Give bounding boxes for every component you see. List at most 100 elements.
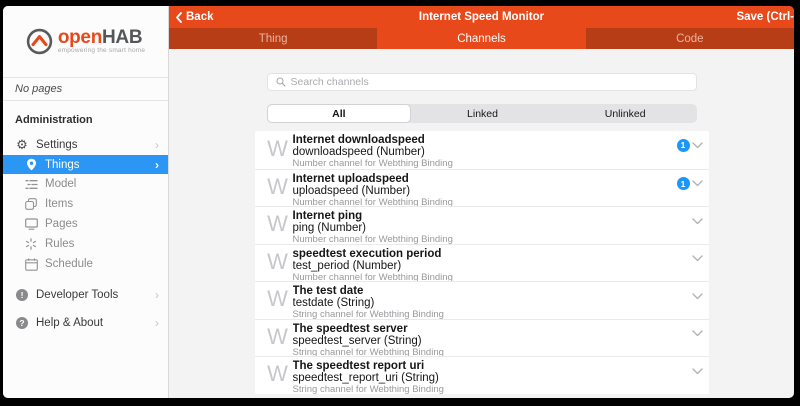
gear-icon: ⚙ <box>15 139 29 152</box>
channel-row[interactable]: W The speedtest report uri speedtest_rep… <box>255 356 709 394</box>
chevron-down-icon[interactable] <box>692 180 703 187</box>
chevron-right-icon: › <box>155 139 159 151</box>
logo-block: openHAB empowering the smart home <box>3 6 168 78</box>
channel-text: Internet uploadspeed uploadspeed (Number… <box>293 170 453 207</box>
tab-bar: Thing Channels Code <box>169 28 794 49</box>
channel-meta: 1 <box>677 138 703 152</box>
back-button[interactable]: Back <box>176 11 214 23</box>
app-window: openHAB empowering the smart home No pag… <box>3 6 794 398</box>
channel-description: String channel for Webthing Binding <box>293 348 444 357</box>
sidebar-item-settings[interactable]: ⚙ Settings › <box>3 135 168 155</box>
channel-row[interactable]: W Internet ping ping (Number) Number cha… <box>255 206 709 244</box>
channel-row[interactable]: W The test date testdate (String) String… <box>255 281 709 319</box>
channel-row[interactable]: W The speedtest server speedtest_server … <box>255 319 709 357</box>
channel-title: Internet downloadspeed <box>293 134 453 146</box>
developer-tools-icon: ! <box>15 289 29 301</box>
chevron-down-icon[interactable] <box>692 293 703 300</box>
sidebar-item-help-about[interactable]: ? Help & About › <box>3 313 168 333</box>
top-navbar: Back Internet Speed Monitor Save (Ctrl- <box>169 6 794 28</box>
channel-title: The test date <box>293 285 444 297</box>
tools-group: ! Developer Tools › ? Help & About › <box>3 285 168 341</box>
sidebar-item-items[interactable]: Items <box>3 194 168 214</box>
channel-title: speedtest execution period <box>293 248 453 260</box>
sidebar-item-things[interactable]: Things › <box>3 155 168 174</box>
chevron-left-icon <box>176 12 182 23</box>
tab-code[interactable]: Code <box>586 28 794 49</box>
sidebar-item-schedule[interactable]: Schedule <box>3 254 168 274</box>
chevron-down-icon[interactable] <box>692 368 703 375</box>
sidebar-item-label: Help & About <box>36 317 103 329</box>
sidebar-item-developer-tools[interactable]: ! Developer Tools › <box>3 285 168 305</box>
channel-id: ping (Number) <box>293 222 453 234</box>
content-area: Search channels All Linked Unlinked W In… <box>169 49 794 398</box>
pages-display-icon <box>24 218 38 230</box>
sidebar-item-label: Model <box>45 178 76 190</box>
channel-text: Internet ping ping (Number) Number chann… <box>293 207 453 244</box>
sidebar: openHAB empowering the smart home No pag… <box>3 6 169 398</box>
channel-id: downloadspeed (Number) <box>293 146 453 158</box>
chevron-down-icon[interactable] <box>692 218 703 225</box>
channel-text: The test date testdate (String) String c… <box>293 282 444 319</box>
channel-description: Number channel for Webthing Binding <box>293 273 453 282</box>
filter-linked[interactable]: Linked <box>411 104 554 123</box>
filter-unlinked[interactable]: Unlinked <box>554 104 697 123</box>
channel-row[interactable]: W Internet uploadspeed uploadspeed (Numb… <box>255 169 709 207</box>
brand-wordmark: openHAB <box>58 29 145 46</box>
sidebar-item-label: Settings <box>36 139 78 151</box>
channel-letter-icon: W <box>265 288 291 312</box>
channel-meta <box>692 214 703 228</box>
channel-text: Internet downloadspeed downloadspeed (Nu… <box>293 131 453 169</box>
rules-sparkle-icon <box>24 238 38 250</box>
administration-section-title: Administration <box>3 114 168 126</box>
save-button[interactable]: Save (Ctrl- <box>736 11 794 23</box>
openhab-logo-icon <box>26 28 53 55</box>
search-placeholder: Search channels <box>291 76 369 88</box>
sidebar-item-label: Things <box>45 159 80 171</box>
brand-tagline: empowering the smart home <box>58 47 145 54</box>
channel-description: Number channel for Webthing Binding <box>293 159 453 169</box>
tab-thing[interactable]: Thing <box>169 28 377 49</box>
chevron-right-icon: › <box>155 159 159 171</box>
chevron-down-icon[interactable] <box>692 142 703 149</box>
channel-meta <box>692 289 703 303</box>
sidebar-item-rules[interactable]: Rules <box>3 234 168 254</box>
linked-count-badge: 1 <box>677 177 690 190</box>
sidebar-item-label: Developer Tools <box>36 289 118 301</box>
channel-description: Number channel for Webthing Binding <box>293 235 453 244</box>
chevron-down-icon[interactable] <box>692 255 703 262</box>
channel-letter-icon: W <box>265 251 291 275</box>
chevron-right-icon: › <box>155 317 159 329</box>
items-copy-icon <box>24 198 38 210</box>
channel-text: The speedtest report uri speedtest_repor… <box>293 357 444 394</box>
page-title: Internet Speed Monitor <box>419 11 544 23</box>
back-button-label: Back <box>186 11 214 23</box>
sidebar-item-pages[interactable]: Pages <box>3 214 168 234</box>
filter-segmented-control: All Linked Unlinked <box>267 104 697 123</box>
no-pages-label: No pages <box>3 78 168 101</box>
search-icon <box>276 77 286 87</box>
search-input[interactable]: Search channels <box>267 73 697 91</box>
model-tree-icon <box>24 179 38 190</box>
channel-meta <box>692 364 703 378</box>
location-pin-icon <box>24 158 38 171</box>
channel-letter-icon: W <box>265 176 291 200</box>
linked-count-badge: 1 <box>677 139 690 152</box>
tab-channels[interactable]: Channels <box>377 28 585 49</box>
channel-description: String channel for Webthing Binding <box>293 385 444 394</box>
sidebar-item-model[interactable]: Model <box>3 174 168 194</box>
channel-text: speedtest execution period test_period (… <box>293 245 453 282</box>
chevron-down-icon[interactable] <box>692 330 703 337</box>
channel-letter-icon: W <box>265 326 291 350</box>
channel-letter-icon: W <box>265 213 291 237</box>
channel-id: testdate (String) <box>293 297 444 309</box>
main-panel: Back Internet Speed Monitor Save (Ctrl- … <box>169 6 794 398</box>
channel-id: uploadspeed (Number) <box>293 185 453 197</box>
channel-list: W Internet downloadspeed downloadspeed (… <box>255 131 709 394</box>
channel-meta <box>692 252 703 266</box>
channel-row[interactable]: W speedtest execution period test_period… <box>255 244 709 282</box>
filter-all[interactable]: All <box>267 104 412 123</box>
channel-title: Internet uploadspeed <box>293 173 453 185</box>
channel-id: speedtest_server (String) <box>293 335 444 347</box>
schedule-calendar-icon <box>24 258 38 271</box>
channel-row[interactable]: W Internet downloadspeed downloadspeed (… <box>255 131 709 169</box>
